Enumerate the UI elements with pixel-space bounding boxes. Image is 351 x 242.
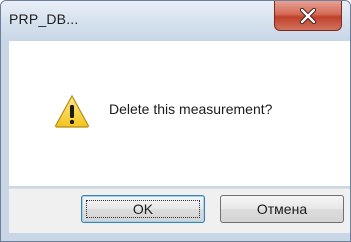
window-bottom-border xyxy=(1,233,350,241)
close-icon xyxy=(299,7,317,24)
close-button[interactable] xyxy=(274,1,342,31)
ok-button[interactable]: OK xyxy=(81,195,205,223)
focus-indicator xyxy=(86,200,200,218)
title-bar[interactable]: PRP_DB... xyxy=(1,1,350,41)
cancel-button-label: Отмена xyxy=(256,201,308,217)
message-box-window: PRP_DB... Delete this measurement? OK От… xyxy=(0,0,351,242)
dialog-message: Delete this measurement? xyxy=(109,101,273,117)
window-title: PRP_DB... xyxy=(9,11,79,27)
cancel-button[interactable]: Отмена xyxy=(220,195,344,223)
warning-icon xyxy=(55,94,89,128)
